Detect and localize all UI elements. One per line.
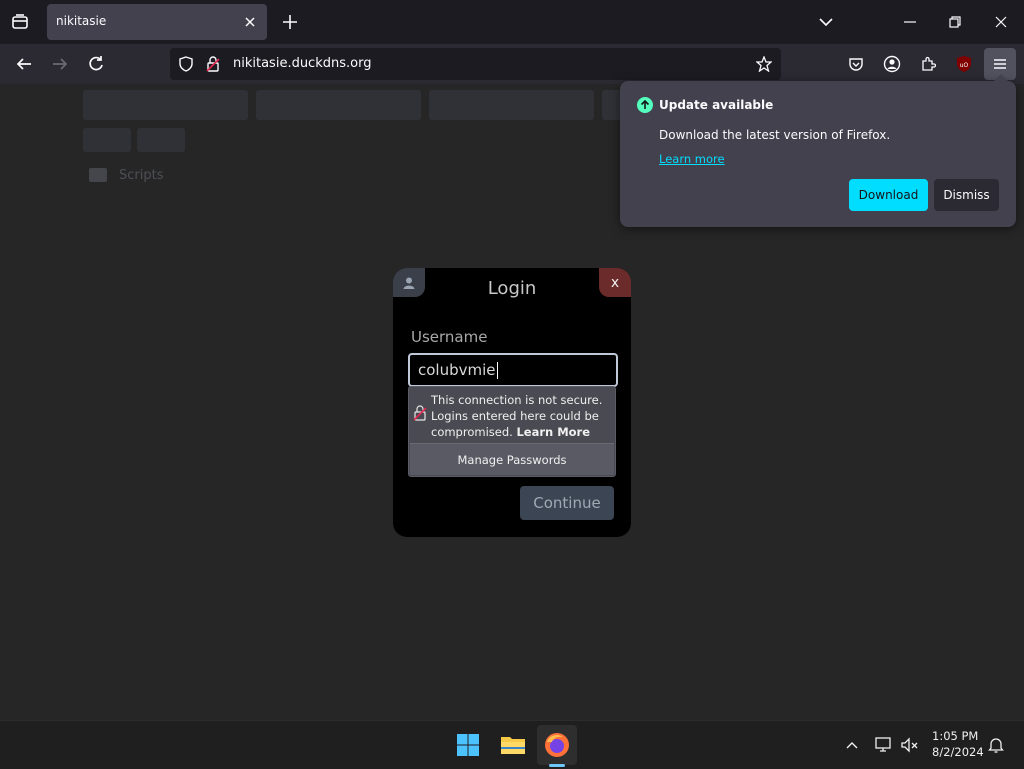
manage-passwords-button[interactable]: Manage Passwords [410, 443, 614, 475]
update-learn-more-link[interactable]: Learn more [659, 152, 725, 166]
tab-title: nikitasie [56, 14, 107, 28]
username-text: colubvmie [418, 361, 496, 379]
windows-taskbar: 1:05 PM 8/2/2024 [0, 720, 1024, 769]
insecure-lock-icon[interactable] [204, 55, 222, 73]
username-input[interactable]: colubvmie [408, 353, 618, 387]
update-title: Update available [659, 98, 774, 112]
username-value: colubvmie [418, 361, 498, 379]
bookmark-star-icon[interactable] [755, 55, 773, 73]
forward-arrow-icon[interactable] [48, 52, 72, 76]
continue-button[interactable]: Continue [520, 486, 614, 520]
update-arrow-up-icon [636, 96, 653, 113]
svg-text:uO: uO [960, 62, 969, 69]
insecure-login-warning-popup: This connection is not secure. Logins en… [408, 386, 616, 477]
network-status-icon[interactable] [873, 735, 895, 755]
account-icon[interactable] [880, 52, 904, 76]
update-description: Download the latest version of Firefox. [659, 128, 891, 142]
url-bar[interactable]: nikitasie.duckdns.org [170, 48, 781, 80]
windows-start-icon[interactable] [455, 732, 481, 758]
panel-arrow [993, 74, 1009, 82]
username-label: Username [411, 328, 488, 346]
insecure-lock-icon [412, 404, 428, 422]
notification-bell-icon[interactable] [986, 735, 1006, 755]
list-all-tabs-icon[interactable] [814, 10, 838, 34]
show-hidden-icons-chevron-icon[interactable] [842, 736, 862, 756]
modal-title: Login [487, 278, 537, 299]
close-window-icon[interactable] [989, 10, 1013, 34]
tab-close-icon[interactable] [241, 13, 259, 31]
back-arrow-icon[interactable] [12, 52, 36, 76]
reload-icon[interactable] [84, 52, 108, 76]
background-toolbar-button [429, 90, 594, 120]
firefox-icon [544, 732, 570, 758]
tab-active[interactable]: nikitasie [47, 4, 267, 40]
running-app-indicator [549, 764, 565, 767]
background-folder-label: Scripts [119, 168, 164, 183]
clock-date[interactable]: 8/2/2024 [932, 745, 984, 759]
firefox-taskbar-button[interactable] [537, 725, 577, 765]
pocket-icon[interactable] [844, 52, 868, 76]
background-folder-icon [89, 168, 107, 182]
ublock-origin-icon[interactable]: uO [952, 52, 976, 76]
minimize-window-icon[interactable] [898, 10, 922, 34]
url-text: nikitasie.duckdns.org [233, 56, 372, 71]
background-toolbar-button [602, 90, 622, 120]
dismiss-button[interactable]: Dismiss [934, 179, 999, 211]
tab-overview-icon[interactable] [8, 10, 32, 34]
background-toolbar-button [256, 90, 421, 120]
insecure-learn-more-link[interactable]: Learn More [516, 425, 590, 439]
tracking-protection-shield-icon[interactable] [177, 55, 195, 73]
background-toolbar-button [83, 90, 248, 120]
update-available-panel: Update available Download the latest ver… [620, 74, 1016, 227]
new-tab-icon[interactable] [278, 10, 302, 34]
restore-window-icon[interactable] [943, 10, 967, 34]
background-nav-button [137, 128, 185, 152]
tab-strip: nikitasie [0, 0, 1024, 44]
navigation-toolbar: nikitasie.duckdns.org uO [0, 44, 1024, 84]
extensions-puzzle-icon[interactable] [916, 52, 940, 76]
text-caret [496, 362, 498, 379]
volume-muted-icon[interactable] [899, 735, 921, 755]
download-button[interactable]: Download [849, 179, 928, 211]
file-explorer-icon[interactable] [499, 732, 527, 758]
insecure-warning-text: This connection is not secure. Logins en… [431, 392, 613, 440]
clock-time[interactable]: 1:05 PM [932, 729, 978, 743]
background-nav-button [83, 128, 131, 152]
